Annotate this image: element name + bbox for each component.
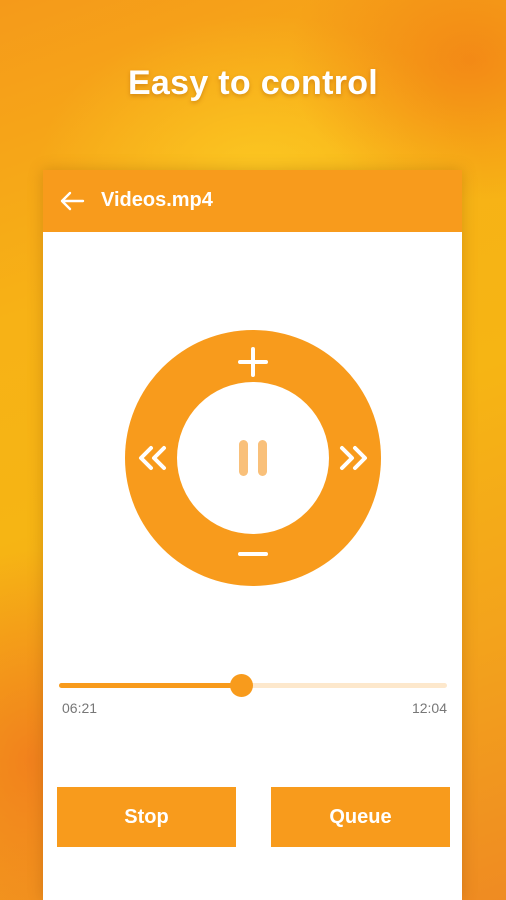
current-time: 06:21 [62, 700, 98, 716]
stop-button[interactable]: Stop [57, 787, 236, 847]
arrow-left-icon[interactable] [59, 190, 85, 212]
play-pause-button[interactable] [177, 382, 329, 534]
app-bar-title: Videos.mp4 [101, 189, 213, 211]
app-bar: Videos.mp4 [43, 170, 462, 232]
queue-button[interactable]: Queue [271, 787, 450, 847]
plus-icon[interactable] [236, 345, 270, 379]
phone-screen: Videos.mp4 06:21 12:04 Stop Queue [43, 170, 462, 900]
remote-control-ring [125, 330, 381, 586]
seek-thumb[interactable] [230, 674, 254, 697]
minus-icon[interactable] [236, 541, 270, 567]
double-chevron-right-icon[interactable] [337, 443, 371, 473]
pause-icon [235, 437, 271, 479]
seek-bar[interactable] [59, 674, 447, 697]
total-time: 12:04 [411, 700, 447, 716]
double-chevron-left-icon[interactable] [135, 443, 169, 473]
seek-progress [59, 683, 242, 688]
headline: Easy to control [127, 64, 379, 102]
